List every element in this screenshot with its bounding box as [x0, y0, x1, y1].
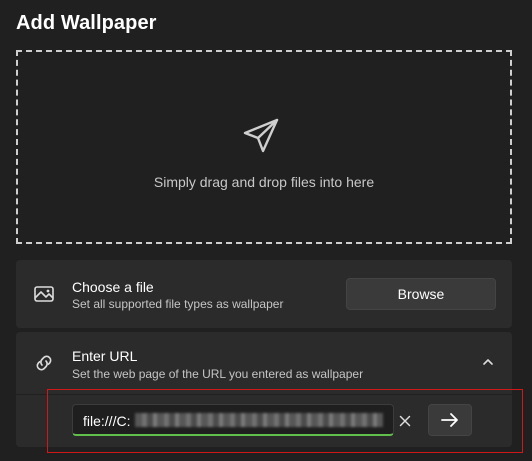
url-input-value: file:///C: — [83, 413, 131, 429]
submit-url-button[interactable] — [428, 404, 472, 436]
enter-url-title: Enter URL — [72, 348, 138, 364]
link-icon — [36, 355, 52, 371]
enter-url-card-body: file:///C: — [16, 395, 512, 447]
page-title: Add Wallpaper — [16, 12, 157, 34]
choose-file-card: Choose a file Set all supported file typ… — [16, 260, 512, 328]
enter-url-subtitle: Set the web page of the URL you entered … — [72, 367, 364, 381]
enter-url-card-header[interactable]: Enter URL Set the web page of the URL yo… — [16, 332, 512, 394]
url-input[interactable]: file:///C: — [72, 404, 411, 436]
browse-button[interactable]: Browse — [346, 278, 496, 310]
choose-file-subtitle: Set all supported file types as wallpape… — [72, 297, 284, 311]
image-icon — [34, 286, 54, 302]
close-icon[interactable] — [397, 413, 413, 429]
arrow-right-icon — [441, 413, 458, 427]
send-icon — [243, 118, 279, 153]
choose-file-title: Choose a file — [72, 279, 154, 295]
chevron-up-icon[interactable] — [480, 354, 496, 370]
drop-hint: Simply drag and drop files into here — [153, 174, 375, 190]
drop-zone[interactable]: Simply drag and drop files into here — [16, 50, 512, 244]
redacted-path — [135, 413, 383, 427]
